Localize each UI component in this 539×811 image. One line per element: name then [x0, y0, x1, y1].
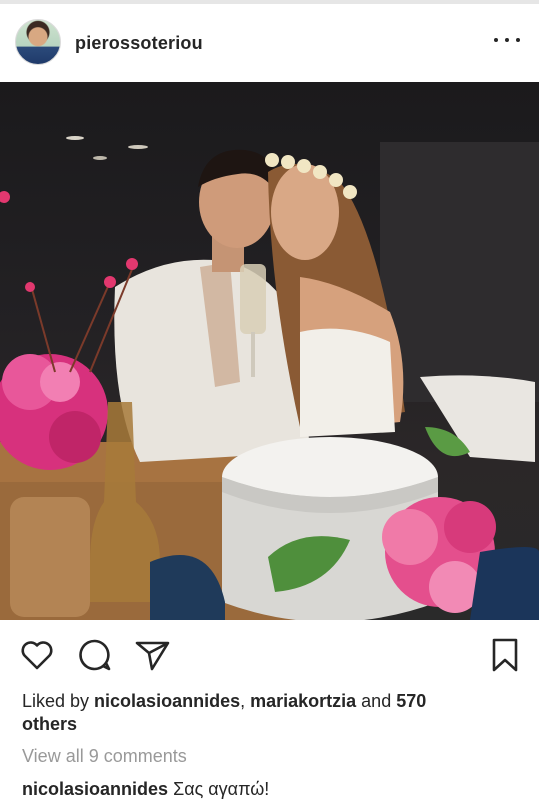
liker-user-2[interactable]: mariakortzia [250, 691, 356, 711]
heart-icon[interactable] [17, 635, 57, 675]
action-bar [0, 635, 539, 679]
comment-row: nicolasioannides Σας αγαπώ! [22, 779, 269, 800]
post-photo-illustration [0, 136, 539, 620]
likes-summary[interactable]: Liked by nicolasioannides, mariakortzia … [22, 690, 512, 736]
likes-conjunction: and [356, 691, 397, 711]
likes-count[interactable]: 570 [396, 691, 426, 711]
likes-others[interactable]: others [22, 714, 77, 734]
bookmark-icon[interactable] [485, 635, 525, 675]
likes-prefix: Liked by [22, 691, 95, 711]
likes-separator: , [240, 691, 251, 711]
avatar[interactable] [15, 19, 61, 65]
post-username[interactable]: pierossoteriou [75, 33, 203, 54]
more-options-icon[interactable] [494, 30, 520, 50]
comment-icon[interactable] [75, 635, 115, 675]
view-all-comments-link[interactable]: View all 9 comments [22, 746, 187, 767]
liker-user-1[interactable]: nicolasioannides [94, 691, 240, 711]
post-header: pierossoteriou [0, 4, 539, 80]
comment-author[interactable]: nicolasioannides [22, 779, 168, 799]
comment-text: Σας αγαπώ! [173, 779, 270, 799]
post-image[interactable] [0, 82, 539, 620]
send-icon[interactable] [132, 635, 172, 675]
